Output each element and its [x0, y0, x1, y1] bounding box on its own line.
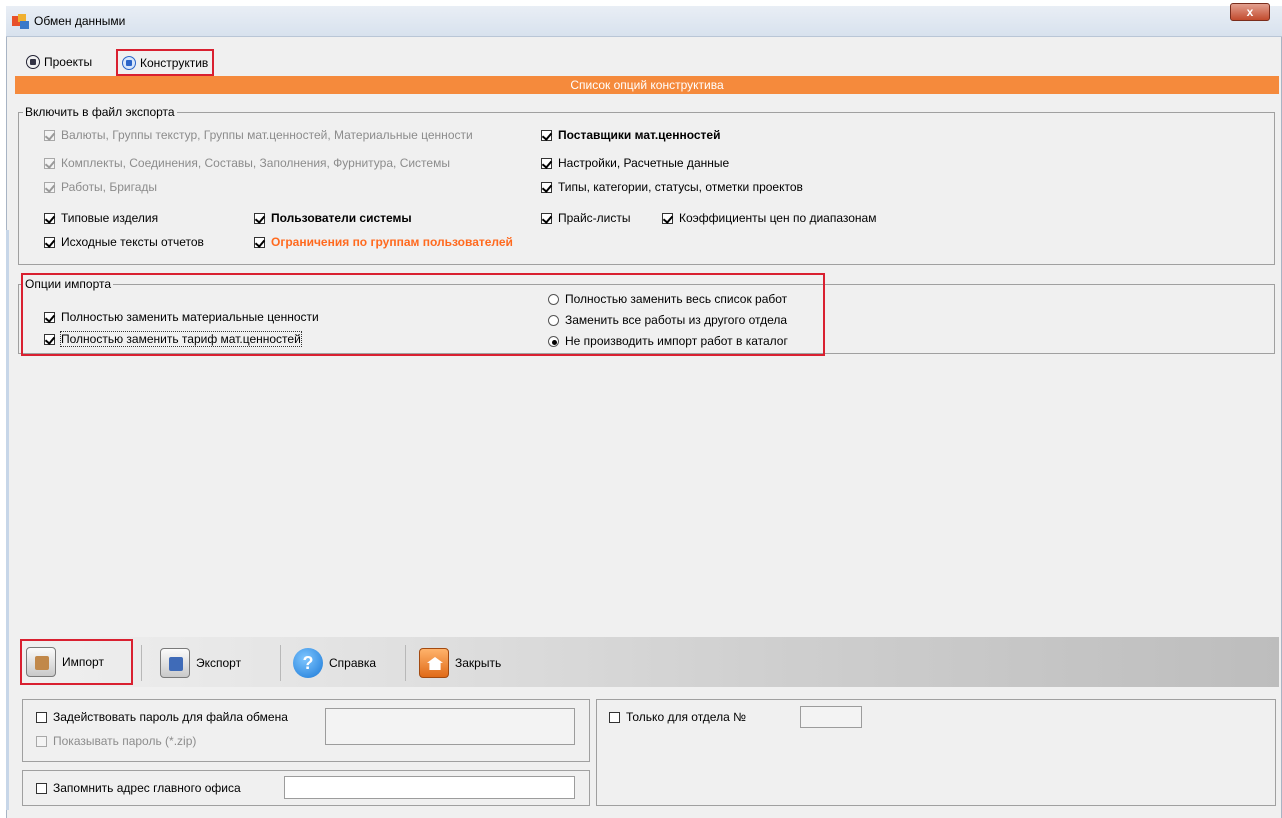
- checkbox-replace-materials-label: Полностью заменить материальные ценности: [61, 310, 319, 324]
- checkbox-box[interactable]: [36, 782, 47, 794]
- import-label: Импорт: [62, 655, 104, 669]
- radio-dot[interactable]: [548, 335, 559, 347]
- checkbox-box: [44, 129, 55, 141]
- window-title: Обмен данными: [34, 14, 126, 28]
- checkbox-system-users[interactable]: Пользователи системы: [254, 211, 412, 225]
- left-edge-accent: [6, 230, 9, 810]
- checkbox-box[interactable]: [541, 212, 552, 224]
- checkbox-show-password: Показывать пароль (*.zip): [36, 734, 196, 748]
- checkbox-report-sources-label: Исходные тексты отчетов: [61, 235, 204, 249]
- checkbox-box[interactable]: [254, 236, 265, 248]
- checkbox-typical-label: Типовые изделия: [61, 211, 159, 225]
- radio-no-import-label: Не производить импорт работ в каталог: [565, 334, 788, 348]
- checkbox-box[interactable]: [609, 711, 620, 723]
- checkbox-only-department[interactable]: Только для отдела №: [609, 710, 746, 724]
- checkbox-price-lists[interactable]: Прайс-листы: [541, 211, 631, 225]
- checkbox-box[interactable]: [662, 212, 673, 224]
- help-icon: ?: [293, 648, 323, 678]
- checkbox-replace-tariff[interactable]: Полностью заменить тариф мат.ценностей: [44, 331, 302, 347]
- checkbox-box[interactable]: [254, 212, 265, 224]
- checkbox-report-sources[interactable]: Исходные тексты отчетов: [44, 235, 204, 249]
- checkbox-settings-label: Настройки, Расчетные данные: [558, 156, 730, 170]
- help-button[interactable]: ? Справка: [289, 643, 380, 683]
- checkbox-sets-label: Комплекты, Соединения, Составы, Заполнен…: [61, 156, 450, 170]
- checkbox-box: [44, 157, 55, 169]
- checkbox-box[interactable]: [541, 129, 552, 141]
- checkbox-currencies: Валюты, Группы текстур, Группы мат.ценно…: [44, 128, 473, 142]
- projects-icon: [26, 55, 40, 69]
- checkbox-remember-office[interactable]: Запомнить адрес главного офиса: [36, 781, 241, 795]
- checkbox-suppliers-label: Поставщики мат.ценностей: [558, 128, 721, 142]
- checkbox-types-label: Типы, категории, статусы, отметки проект…: [558, 180, 803, 194]
- import-button[interactable]: Импорт: [20, 639, 133, 685]
- export-group-legend: Включить в файл экспорта: [23, 105, 177, 119]
- checkbox-users-label: Пользователи системы: [271, 211, 412, 225]
- radio-no-import-works[interactable]: Не производить импорт работ в каталог: [548, 334, 788, 348]
- checkbox-coefficients-label: Коэффициенты цен по диапазонам: [679, 211, 877, 225]
- home-close-icon: [419, 648, 449, 678]
- radio-dot[interactable]: [548, 293, 559, 305]
- title-bar: [6, 6, 1282, 37]
- checkbox-box[interactable]: [44, 333, 55, 345]
- tab-constructive[interactable]: Конструктив: [116, 49, 215, 76]
- checkbox-box[interactable]: [44, 236, 55, 248]
- checkbox-suppliers[interactable]: Поставщики мат.ценностей: [541, 128, 721, 142]
- checkbox-box: [36, 735, 47, 747]
- checkbox-types[interactable]: Типы, категории, статусы, отметки проект…: [541, 180, 803, 194]
- checkbox-remember-office-label: Запомнить адрес главного офиса: [53, 781, 241, 795]
- constructive-icon: [122, 55, 136, 70]
- checkbox-currencies-label: Валюты, Группы текстур, Группы мат.ценно…: [61, 128, 473, 142]
- radio-replace-other-label: Заменить все работы из другого отдела: [565, 313, 788, 327]
- close-window-button[interactable]: x: [1230, 3, 1270, 21]
- checkbox-use-password-label: Задействовать пароль для файла обмена: [53, 710, 288, 724]
- export-button[interactable]: Экспорт: [156, 643, 245, 683]
- checkbox-works-label: Работы, Бригады: [61, 180, 158, 194]
- import-icon: [26, 647, 56, 677]
- checkbox-group-limits-label: Ограничения по группам пользователей: [271, 235, 513, 249]
- close-label: Закрыть: [455, 656, 502, 670]
- checkbox-box[interactable]: [541, 157, 552, 169]
- checkbox-box[interactable]: [44, 311, 55, 323]
- office-address-input[interactable]: [284, 776, 575, 799]
- checkbox-group-limits[interactable]: Ограничения по группам пользователей: [254, 235, 513, 249]
- tab-projects[interactable]: Проекты: [22, 50, 96, 74]
- close-button[interactable]: Закрыть: [415, 643, 505, 683]
- password-input[interactable]: [325, 708, 575, 745]
- toolbar-separator: [405, 645, 406, 681]
- checkbox-price-lists-label: Прайс-листы: [558, 211, 631, 225]
- toolbar-separator: [280, 645, 281, 681]
- radio-replace-all-works[interactable]: Полностью заменить весь список работ: [548, 292, 787, 306]
- radio-replace-all-label: Полностью заменить весь список работ: [565, 292, 788, 306]
- options-header-bar: Список опций конструктива: [15, 76, 1279, 94]
- toolbar-separator: [141, 645, 142, 681]
- export-label: Экспорт: [196, 656, 242, 670]
- radio-dot[interactable]: [548, 314, 559, 326]
- checkbox-sets: Комплекты, Соединения, Составы, Заполнен…: [44, 156, 450, 170]
- checkbox-range-coefficients[interactable]: Коэффициенты цен по диапазонам: [662, 211, 876, 225]
- tab-projects-label: Проекты: [44, 55, 93, 69]
- checkbox-box[interactable]: [541, 181, 552, 193]
- department-number-input[interactable]: [800, 706, 862, 728]
- checkbox-replace-materials[interactable]: Полностью заменить материальные ценности: [44, 310, 319, 324]
- checkbox-use-password[interactable]: Задействовать пароль для файла обмена: [36, 710, 288, 724]
- checkbox-replace-tariff-label: Полностью заменить тариф мат.ценностей: [60, 331, 302, 347]
- checkbox-box[interactable]: [36, 711, 47, 723]
- checkbox-works: Работы, Бригады: [44, 180, 157, 194]
- checkbox-box: [44, 181, 55, 193]
- export-icon: [160, 648, 190, 678]
- checkbox-box[interactable]: [44, 212, 55, 224]
- checkbox-typical-products[interactable]: Типовые изделия: [44, 211, 158, 225]
- help-label: Справка: [329, 656, 377, 670]
- checkbox-show-password-label: Показывать пароль (*.zip): [53, 734, 197, 748]
- app-icon: [12, 14, 29, 29]
- radio-replace-other-dept[interactable]: Заменить все работы из другого отдела: [548, 313, 787, 327]
- tab-constructive-label: Конструктив: [140, 55, 209, 70]
- checkbox-settings[interactable]: Настройки, Расчетные данные: [541, 156, 729, 170]
- checkbox-only-department-label: Только для отдела №: [626, 710, 746, 724]
